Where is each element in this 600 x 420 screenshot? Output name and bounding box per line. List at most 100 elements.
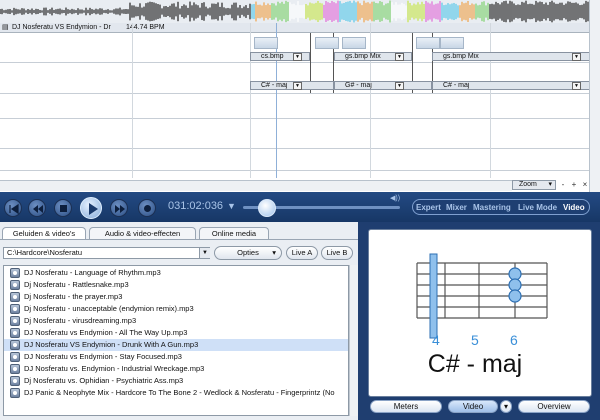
- chord-clip[interactable]: C# - maj: [250, 81, 334, 90]
- mode-expert[interactable]: Expert: [416, 203, 441, 212]
- list-item[interactable]: Dj Nosferatu vs. Ophidian - Psychiatric …: [4, 375, 348, 387]
- video-clip-thumbnail[interactable]: [416, 37, 440, 49]
- meters-button[interactable]: Meters: [370, 400, 442, 413]
- mode-mastering[interactable]: Mastering: [473, 203, 511, 212]
- clip-label: C# - maj: [443, 82, 470, 89]
- clip-dropdown-icon[interactable]: ▼: [395, 53, 404, 61]
- live-a-button[interactable]: Live A: [286, 246, 318, 260]
- video-clip[interactable]: gs.bmp Mix: [432, 52, 590, 61]
- list-item[interactable]: Dj Nosferatu - unacceptable (endymion re…: [4, 303, 348, 315]
- grid-line: [132, 23, 133, 178]
- zoom-out-button[interactable]: -: [558, 180, 568, 190]
- clip-dropdown-icon[interactable]: ▼: [395, 82, 404, 90]
- record-icon: [144, 205, 151, 212]
- mode-mixer[interactable]: Mixer: [446, 203, 467, 212]
- list-item[interactable]: Dj Nosferatu - Rattlesnake.mp3: [4, 279, 348, 291]
- row-divider: [0, 62, 590, 63]
- folder-path-field[interactable]: C:\Hardcore\Nosferatu: [3, 247, 210, 259]
- chevron-down-icon[interactable]: ▼: [199, 248, 210, 258]
- video-options-dropdown[interactable]: ▾: [500, 400, 512, 413]
- clip-dropdown-icon[interactable]: ▼: [572, 82, 581, 90]
- zoom-in-button[interactable]: +: [569, 180, 579, 190]
- list-item[interactable]: Dj Nosferatu - virusdreaming.mp3: [4, 315, 348, 327]
- close-timeline-button[interactable]: ×: [580, 180, 590, 190]
- audio-file-icon: [10, 364, 20, 374]
- audio-file-icon: [10, 268, 20, 278]
- tab-online-media[interactable]: Online media: [199, 227, 269, 239]
- video-button[interactable]: Video: [448, 400, 498, 413]
- time-display: 031:02:036: [168, 200, 224, 212]
- list-item[interactable]: DJ Nosferatu vs. Endymion - Industrial W…: [4, 363, 348, 375]
- speaker-icon[interactable]: ◀)): [390, 194, 400, 202]
- audio-file-icon: [10, 352, 20, 362]
- play-button[interactable]: [80, 197, 102, 219]
- list-item[interactable]: DJ Nosferatu - Language of Rhythm.mp3: [4, 267, 348, 279]
- audio-file-icon: [10, 280, 20, 290]
- audio-file-icon: [10, 316, 20, 326]
- video-clip-thumbnail[interactable]: [315, 37, 339, 49]
- clip-dropdown-icon[interactable]: ▼: [293, 53, 302, 61]
- play-icon: [89, 203, 98, 215]
- rewind-button[interactable]: [28, 199, 46, 217]
- fast-forward-icon: [115, 205, 125, 213]
- chord-clip[interactable]: C# - maj: [432, 81, 590, 90]
- clip-label: gs.bmp Mix: [443, 53, 479, 60]
- rewind-icon: [33, 205, 43, 213]
- list-item[interactable]: Dj Nosferatu - the prayer.mp3: [4, 291, 348, 303]
- row-divider: [0, 148, 590, 149]
- clip-dropdown-icon[interactable]: ▼: [572, 53, 581, 61]
- position-slider-handle[interactable]: [258, 199, 276, 217]
- clip-label: G# - maj: [345, 82, 372, 89]
- list-item-selected[interactable]: DJ Nosferatu VS Endymion - Drunk With A …: [4, 339, 348, 351]
- mode-video[interactable]: Video: [563, 203, 585, 212]
- clip-label: gs.bmp Mix: [345, 53, 381, 60]
- video-clip-thumbnail[interactable]: [342, 37, 366, 49]
- live-b-button[interactable]: Live B: [321, 246, 353, 260]
- skip-back-button[interactable]: [4, 199, 22, 217]
- record-button[interactable]: [138, 199, 156, 217]
- clip-label: C# - maj: [261, 82, 288, 89]
- stop-icon: [60, 205, 67, 212]
- chord-name: C# - maj: [427, 350, 523, 378]
- tab-audio-video-effects[interactable]: Audio & video-effecten: [89, 227, 196, 239]
- zoom-dropdown[interactable]: Zoom ▾: [512, 180, 556, 190]
- chevron-down-icon: ▾: [548, 181, 552, 188]
- clip-label: cs.bmp: [261, 53, 284, 60]
- list-item[interactable]: DJ Nosferatu vs Endymion - Stay Focused.…: [4, 351, 348, 363]
- grid-line: [250, 23, 251, 178]
- file-list[interactable]: DJ Nosferatu - Language of Rhythm.mp3 Dj…: [3, 265, 349, 416]
- timeline-vertical-scrollbar[interactable]: [589, 0, 600, 192]
- grid-line: [490, 23, 491, 178]
- overview-button[interactable]: Overview: [518, 400, 590, 413]
- arranger-timeline[interactable]: ▤ DJ Nosferatu VS Endymion - Dr 144.74 B…: [0, 0, 600, 193]
- grid-line: [370, 23, 371, 178]
- row-divider: [0, 93, 590, 94]
- chevron-down-icon: ▾: [272, 248, 276, 257]
- file-list-scrollbar[interactable]: [349, 265, 358, 416]
- fret-number: 4: [432, 332, 440, 348]
- mode-live[interactable]: Live Mode: [518, 203, 557, 212]
- track-header: ▤ DJ Nosferatu VS Endymion - Dr 144.74 B…: [0, 23, 590, 33]
- tab-sounds-videos[interactable]: Geluiden & video's: [2, 227, 86, 239]
- waveform-graphic: [0, 0, 589, 23]
- stop-button[interactable]: [54, 199, 72, 217]
- audio-file-icon: [10, 376, 20, 386]
- fast-forward-button[interactable]: [110, 199, 128, 217]
- track-title: DJ Nosferatu VS Endymion - Dr: [12, 24, 111, 31]
- video-clip-thumbnail[interactable]: [254, 37, 278, 49]
- timeline-horizontal-scrollbar[interactable]: [0, 180, 512, 191]
- list-item[interactable]: DJ Nosferatu vs Endymion - All The Way U…: [4, 327, 348, 339]
- row-divider: [0, 170, 590, 171]
- options-button[interactable]: Opties ▾: [214, 246, 282, 260]
- audio-file-icon: [10, 388, 20, 398]
- chevron-down-icon: ▾: [503, 402, 508, 411]
- chord-clip[interactable]: G# - maj: [334, 81, 432, 90]
- clip-dropdown-icon[interactable]: ▼: [293, 82, 302, 90]
- track-icon: ▤: [2, 24, 9, 31]
- video-clip-thumbnail[interactable]: [440, 37, 464, 49]
- fret-number: 5: [471, 332, 479, 348]
- chevron-down-icon[interactable]: ▼: [227, 201, 236, 211]
- zoom-label: Zoom: [519, 181, 537, 188]
- list-item[interactable]: DJ Panic & Neophyte Mix - Hardcore To Th…: [4, 387, 348, 399]
- waveform-overview[interactable]: [0, 0, 590, 24]
